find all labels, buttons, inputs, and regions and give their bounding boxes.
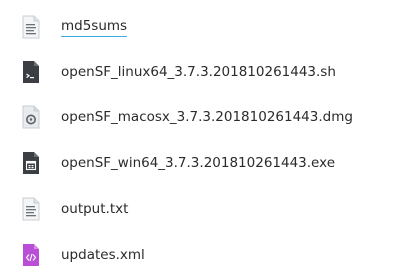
file-item-md5sums[interactable]: md5sums xyxy=(20,12,400,42)
disk-image-icon xyxy=(20,105,42,129)
file-name: output.txt xyxy=(61,201,129,217)
file-item-output-txt[interactable]: output.txt xyxy=(20,194,400,224)
text-document-icon xyxy=(20,15,42,39)
file-name: openSF_macosx_3.7.3.201810261443.dmg xyxy=(61,109,353,125)
file-item-updates-xml[interactable]: updates.xml xyxy=(20,240,400,270)
file-item-win64-installer[interactable]: openSF_win64_3.7.3.201810261443.exe xyxy=(20,148,400,178)
shell-script-icon xyxy=(20,60,42,84)
file-item-linux-installer[interactable]: openSF_linux64_3.7.3.201810261443.sh xyxy=(20,57,400,87)
file-name: openSF_linux64_3.7.3.201810261443.sh xyxy=(61,64,336,80)
file-name: md5sums xyxy=(61,17,128,37)
file-name: updates.xml xyxy=(61,247,145,263)
executable-icon xyxy=(20,151,42,175)
file-name: openSF_win64_3.7.3.201810261443.exe xyxy=(61,155,336,171)
xml-document-icon xyxy=(20,243,42,267)
file-item-macosx-installer[interactable]: openSF_macosx_3.7.3.201810261443.dmg xyxy=(20,102,400,132)
text-document-icon xyxy=(20,197,42,221)
